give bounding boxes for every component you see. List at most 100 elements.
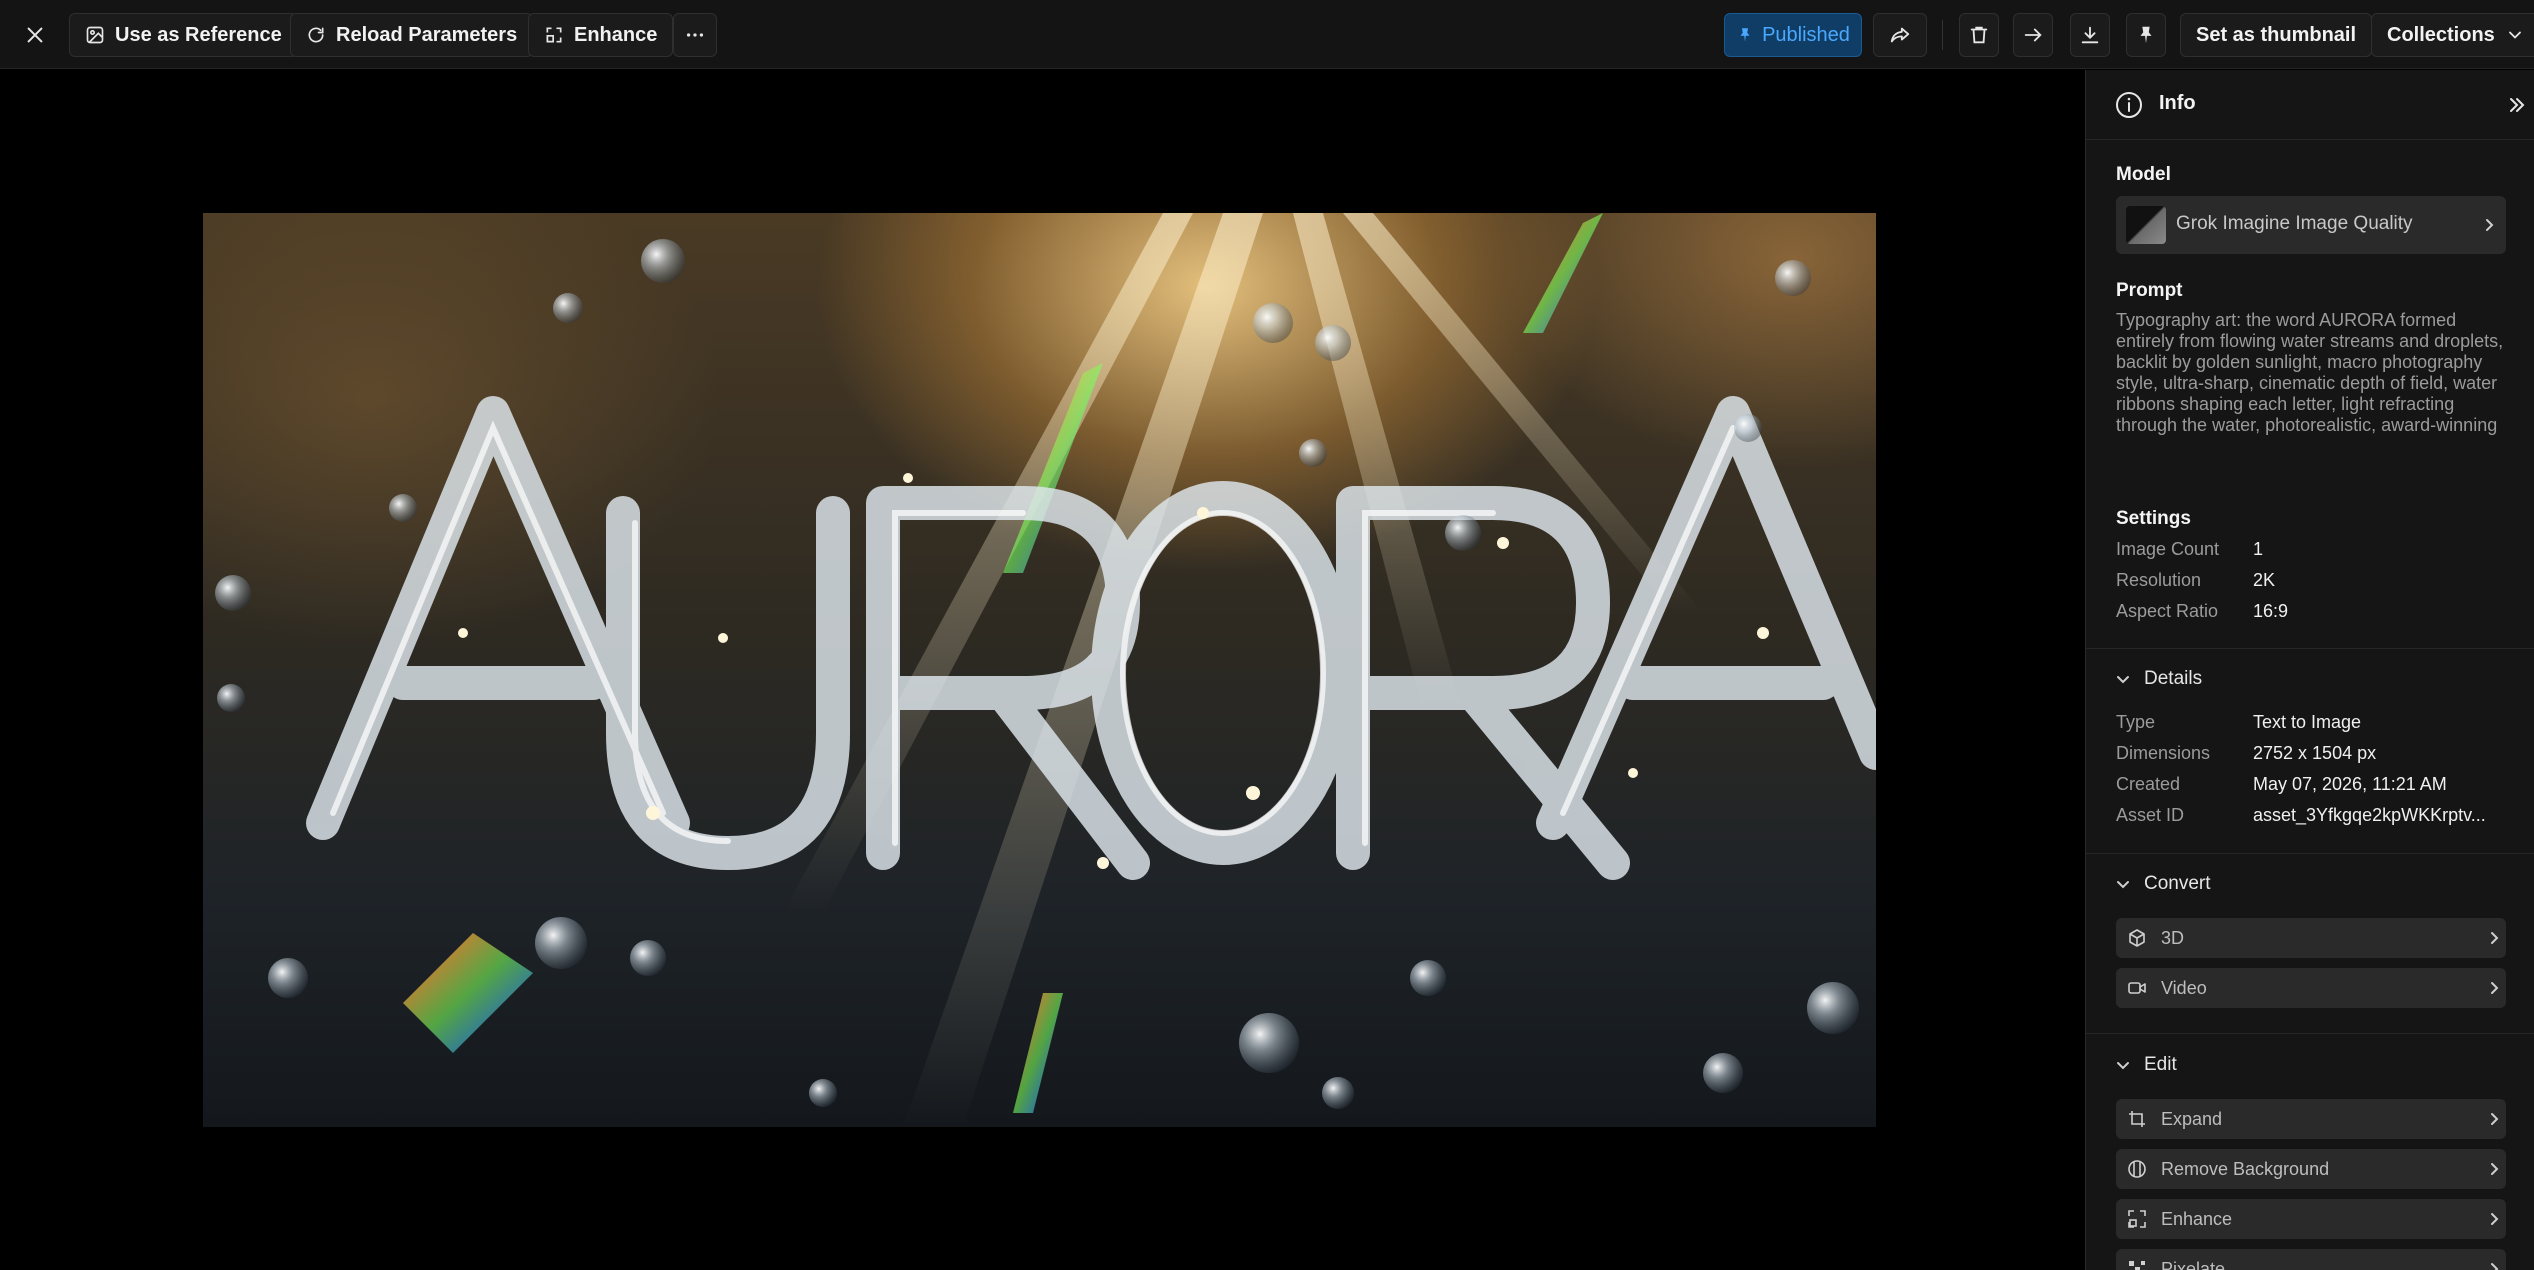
chevron-right-icon bbox=[2491, 982, 2499, 994]
model-selector[interactable]: Grok Imagine Image Quality bbox=[2116, 196, 2506, 254]
info-panel: Info Model Grok Imagine Image Quality Pr… bbox=[2085, 70, 2534, 1270]
chevron-down-icon bbox=[2508, 31, 2521, 39]
delete-button[interactable] bbox=[1959, 13, 1999, 57]
details-accordion-header[interactable]: Details bbox=[2116, 668, 2202, 690]
pin-button[interactable] bbox=[2126, 13, 2166, 57]
image-icon bbox=[86, 26, 104, 44]
arrow-right-icon bbox=[2024, 28, 2042, 42]
chevron-right-icon bbox=[2491, 932, 2499, 944]
detail-value: 2752 x 1504 px bbox=[2253, 743, 2377, 763]
detail-value[interactable]: asset_3Yfkgqe2kpWKKrptv... bbox=[2253, 805, 2486, 826]
chevron-down-icon bbox=[2117, 1062, 2129, 1070]
reload-icon bbox=[308, 27, 324, 43]
pin-icon bbox=[1740, 28, 1750, 42]
ellipsis-icon bbox=[686, 33, 704, 37]
setting-aspect-ratio: Aspect Ratio 16:9 bbox=[2116, 601, 2288, 622]
edit-expand-button[interactable]: Expand bbox=[2116, 1099, 2506, 1139]
close-icon[interactable] bbox=[20, 20, 50, 50]
chevron-right-icon bbox=[2486, 219, 2494, 231]
settings-label: Settings bbox=[2116, 508, 2191, 529]
video-icon bbox=[2128, 982, 2146, 994]
detail-dimensions: Dimensions 2752 x 1504 px bbox=[2116, 743, 2376, 764]
details-label: Details bbox=[2144, 668, 2203, 689]
collapse-panel-icon[interactable] bbox=[2506, 94, 2528, 116]
published-label: Published bbox=[1762, 23, 1850, 46]
section-divider bbox=[2086, 648, 2534, 649]
chevron-right-icon bbox=[2491, 1213, 2499, 1225]
pixelate-icon bbox=[2129, 1261, 2145, 1270]
model-name: Grok Imagine Image Quality bbox=[2176, 213, 2413, 234]
detail-type: Type Text to Image bbox=[2116, 712, 2361, 733]
section-divider bbox=[2086, 853, 2534, 854]
edit-pixelate-button[interactable]: Pixelate bbox=[2116, 1249, 2506, 1270]
info-icon bbox=[2116, 92, 2142, 118]
model-label: Model bbox=[2116, 164, 2171, 185]
download-icon bbox=[2081, 26, 2099, 44]
detail-asset-id: Asset ID asset_3Yfkgqe2kpWKKrptv... bbox=[2116, 805, 2486, 826]
more-options-button[interactable] bbox=[673, 13, 717, 57]
detail-key: Dimensions bbox=[2116, 743, 2211, 763]
setting-key: Resolution bbox=[2116, 570, 2202, 590]
share-icon bbox=[1890, 27, 1910, 43]
collections-label: Collections bbox=[2387, 23, 2495, 46]
convert-3d-button[interactable]: 3D bbox=[2116, 918, 2506, 958]
enhance-icon bbox=[546, 27, 562, 43]
pin-icon bbox=[2140, 26, 2152, 44]
enhance-button[interactable]: Enhance bbox=[528, 13, 674, 57]
crop-expand-icon bbox=[2129, 1111, 2145, 1127]
reload-parameters-button[interactable]: Reload Parameters bbox=[290, 13, 534, 57]
image-canvas bbox=[0, 70, 2085, 1270]
chevron-right-icon bbox=[2491, 1113, 2499, 1125]
setting-value: 16:9 bbox=[2253, 601, 2289, 621]
detail-key: Asset ID bbox=[2116, 805, 2185, 825]
detail-created: Created May 07, 2026, 11:21 AM bbox=[2116, 774, 2447, 795]
top-toolbar: Use as Reference Reload Parameters Enhan… bbox=[0, 0, 2534, 69]
edit-enhance-button[interactable]: Enhance bbox=[2116, 1199, 2506, 1239]
setting-image-count: Image Count 1 bbox=[2116, 539, 2263, 560]
published-button[interactable]: Published bbox=[1724, 13, 1862, 57]
enhance-label: Enhance bbox=[574, 23, 658, 46]
setting-value: 1 bbox=[2253, 539, 2264, 559]
edit-item-label: Enhance bbox=[2161, 1209, 2233, 1229]
prompt-text: Typography art: the word AURORA formed e… bbox=[2116, 310, 2504, 435]
section-divider bbox=[2086, 1033, 2534, 1034]
edit-item-label: Remove Background bbox=[2161, 1159, 2330, 1179]
convert-item-label: Video bbox=[2161, 978, 2207, 998]
use-as-reference-label: Use as Reference bbox=[115, 23, 282, 46]
remove-background-icon bbox=[2128, 1160, 2146, 1178]
setting-key: Aspect Ratio bbox=[2116, 601, 2219, 621]
next-button[interactable] bbox=[2013, 13, 2053, 57]
download-button[interactable] bbox=[2070, 13, 2110, 57]
prompt-label: Prompt bbox=[2116, 280, 2183, 301]
collections-dropdown[interactable]: Collections bbox=[2371, 13, 2534, 57]
image-artwork bbox=[215, 213, 1876, 1127]
info-panel-header: Info bbox=[2086, 70, 2534, 140]
generated-image bbox=[203, 213, 1876, 1127]
edit-remove-background-button[interactable]: Remove Background bbox=[2116, 1149, 2506, 1189]
convert-video-button[interactable]: Video bbox=[2116, 968, 2506, 1008]
info-panel-title: Info bbox=[2159, 92, 2196, 114]
reload-parameters-label: Reload Parameters bbox=[336, 23, 518, 46]
convert-item-label: 3D bbox=[2161, 928, 2185, 948]
detail-value: Text to Image bbox=[2253, 712, 2362, 732]
set-as-thumbnail-label: Set as thumbnail bbox=[2196, 23, 2357, 46]
chevron-down-icon bbox=[2117, 676, 2129, 684]
edit-accordion-header[interactable]: Edit bbox=[2116, 1054, 2177, 1076]
share-button[interactable] bbox=[1873, 13, 1927, 57]
trash-icon bbox=[1970, 26, 1988, 44]
edit-label: Edit bbox=[2144, 1054, 2177, 1075]
convert-accordion-header[interactable]: Convert bbox=[2116, 873, 2211, 895]
set-as-thumbnail-button[interactable]: Set as thumbnail bbox=[2180, 13, 2373, 57]
detail-value: May 07, 2026, 11:21 AM bbox=[2253, 774, 2447, 794]
convert-label: Convert bbox=[2144, 873, 2211, 894]
setting-key: Image Count bbox=[2116, 539, 2220, 559]
chevron-right-icon bbox=[2491, 1263, 2499, 1270]
setting-resolution: Resolution 2K bbox=[2116, 570, 2275, 591]
chevron-down-icon bbox=[2117, 881, 2129, 889]
chevron-right-icon bbox=[2491, 1163, 2499, 1175]
detail-key: Type bbox=[2116, 712, 2156, 732]
model-thumbnail bbox=[2126, 206, 2166, 244]
edit-item-label: Expand bbox=[2161, 1109, 2223, 1129]
toolbar-divider bbox=[1942, 20, 1943, 50]
use-as-reference-button[interactable]: Use as Reference bbox=[69, 13, 298, 57]
